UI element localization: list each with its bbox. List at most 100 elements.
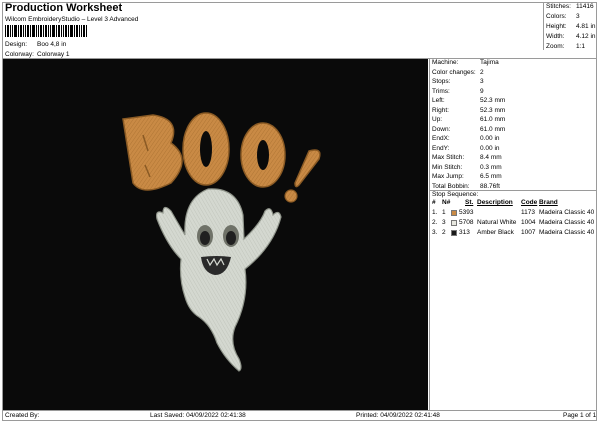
thread-code: 1007: [521, 229, 536, 236]
stitch-count: 5393: [459, 209, 474, 216]
meta-key: Design:: [5, 41, 28, 48]
machine-specs: Machine: Tajima Color changes: 2 Stops: 3 T…: [432, 59, 598, 192]
thread-description: Amber Black: [477, 229, 514, 236]
row-number: 2.: [432, 219, 438, 226]
thread-code: 1173: [521, 209, 535, 216]
spec-key: EndX:: [432, 135, 450, 142]
color-swatch: [451, 210, 457, 216]
spec-key: Max Stitch:: [432, 154, 465, 161]
exclamation-dot: [284, 189, 298, 203]
barcode: [5, 25, 87, 37]
needle-number: 2: [442, 229, 446, 236]
stat-key: Height:: [546, 23, 567, 30]
thread-brand: Madeira Classic 40: [539, 219, 595, 226]
meta-design-row: Design: Boo 4,8 in: [5, 41, 135, 51]
meta-key: Colorway:: [5, 51, 34, 58]
stat-value: 4.81 in: [576, 23, 596, 30]
spec-row: Stops: 3: [432, 78, 598, 88]
spec-row: EndX: 0.00 in: [432, 135, 598, 145]
thread-description: Natural White: [477, 219, 517, 226]
table-row: 2. 3 5708 Natural White 1004 Madeira Cla…: [432, 219, 598, 229]
thread-code: 1004: [521, 219, 536, 226]
thread-brand: Madeira Classic 40: [539, 209, 595, 216]
table-row: 3. 2 313 Amber Black 1007 Madeira Classi…: [432, 229, 598, 239]
embroidery-design: [122, 112, 321, 372]
spec-key: Up:: [432, 116, 443, 123]
stop-sequence-table: # N# St. Description Code Brand 1. 1 539…: [432, 199, 598, 239]
needle-number: 3: [442, 219, 446, 226]
exclamation-mark: [294, 149, 321, 188]
printed-date: Printed: 04/09/2022 02:41:48: [356, 412, 440, 419]
spec-value: 52.3 mm: [480, 97, 506, 104]
col-header: Code: [521, 199, 538, 206]
col-header: St.: [465, 199, 474, 206]
design-preview: [3, 59, 428, 410]
spec-row: EndY: 0.00 in: [432, 145, 598, 155]
stat-value: 11416: [576, 3, 594, 10]
spec-value: 9: [480, 87, 484, 95]
spec-value: 3: [480, 78, 484, 85]
stat-value: 4.12 in: [576, 33, 596, 40]
stat-key: Colors:: [546, 13, 567, 20]
spec-row: Down: 61.0 mm: [432, 126, 598, 136]
row-number: 3.: [432, 229, 438, 236]
row-number: 1.: [432, 209, 438, 216]
table-header: # N# St. Description Code Brand: [432, 199, 598, 209]
spec-key: Trims:: [432, 87, 450, 95]
spec-value: 52.3 mm: [480, 106, 506, 114]
spec-key: EndY:: [432, 144, 450, 152]
divider: [2, 410, 597, 411]
stat-key: Stitches:: [546, 3, 571, 10]
stat-row: Width: 4.12 in: [544, 33, 598, 43]
spec-row: Left: 52.3 mm: [432, 97, 598, 107]
color-swatch: [451, 220, 457, 226]
spec-value: Tajima: [480, 59, 499, 66]
color-swatch: [451, 230, 457, 236]
col-header: Brand: [539, 199, 558, 206]
last-saved: Last Saved: 04/09/2022 02:41:38: [150, 412, 246, 419]
spec-row: Color changes: 2: [432, 69, 598, 79]
col-header: N#: [442, 199, 451, 206]
page-title: Production Worksheet: [5, 2, 123, 14]
spec-value: 6.5 mm: [480, 173, 502, 180]
spec-value: 61.0 mm: [480, 125, 506, 133]
spec-row: Max Stitch: 8.4 mm: [432, 154, 598, 164]
stop-sequence-heading: Stop Sequence:: [432, 191, 479, 198]
spec-key: Stops:: [432, 78, 451, 85]
stitch-count: 313: [459, 229, 470, 236]
boo-lettering: [122, 112, 321, 203]
spec-key: Right:: [432, 106, 449, 114]
stat-row: Zoom: 1:1: [544, 43, 598, 53]
stat-value: 3: [576, 13, 580, 20]
spec-value: 8.4 mm: [480, 154, 502, 161]
spec-value: 0.00 in: [480, 144, 500, 152]
spec-value: 2: [480, 68, 484, 76]
stat-value: 1:1: [576, 43, 586, 50]
spec-row: Min Stitch: 0.3 mm: [432, 164, 598, 174]
software-name: Wilcom EmbroideryStudio – Level 3 Advanc…: [5, 16, 139, 23]
ghost: [156, 188, 282, 372]
table-row: 1. 1 5393 1173 Madeira Classic 40: [432, 209, 598, 219]
spec-row: Machine: Tajima: [432, 59, 598, 69]
stat-key: Width:: [546, 33, 565, 40]
col-header: #: [432, 199, 436, 206]
letter-b: [122, 114, 183, 191]
thread-brand: Madeira Classic 40: [539, 229, 595, 236]
meta-value: Boo 4,8 in: [37, 41, 67, 48]
stats-panel: Stitches: 11416 Colors: 3 Height: 4.81 in W…: [544, 3, 598, 53]
stat-key: Zoom:: [546, 43, 565, 50]
divider: [429, 58, 430, 410]
created-by: Created By:: [5, 412, 40, 419]
stitch-count: 5708: [459, 219, 474, 226]
spec-key: Total Bobbin:: [432, 182, 470, 190]
spec-key: Max Jump:: [432, 173, 464, 180]
spec-row: Max Jump: 6.5 mm: [432, 173, 598, 183]
spec-value: 0.00 in: [480, 135, 500, 142]
page-number: Page 1 of 1: [563, 412, 597, 419]
spec-value: 61.0 mm: [480, 116, 506, 123]
ghost-body: [156, 188, 282, 372]
spec-key: Color changes:: [432, 68, 476, 76]
needle-number: 1: [442, 209, 446, 216]
spec-row: Trims: 9: [432, 88, 598, 98]
spec-key: Left:: [432, 97, 445, 104]
